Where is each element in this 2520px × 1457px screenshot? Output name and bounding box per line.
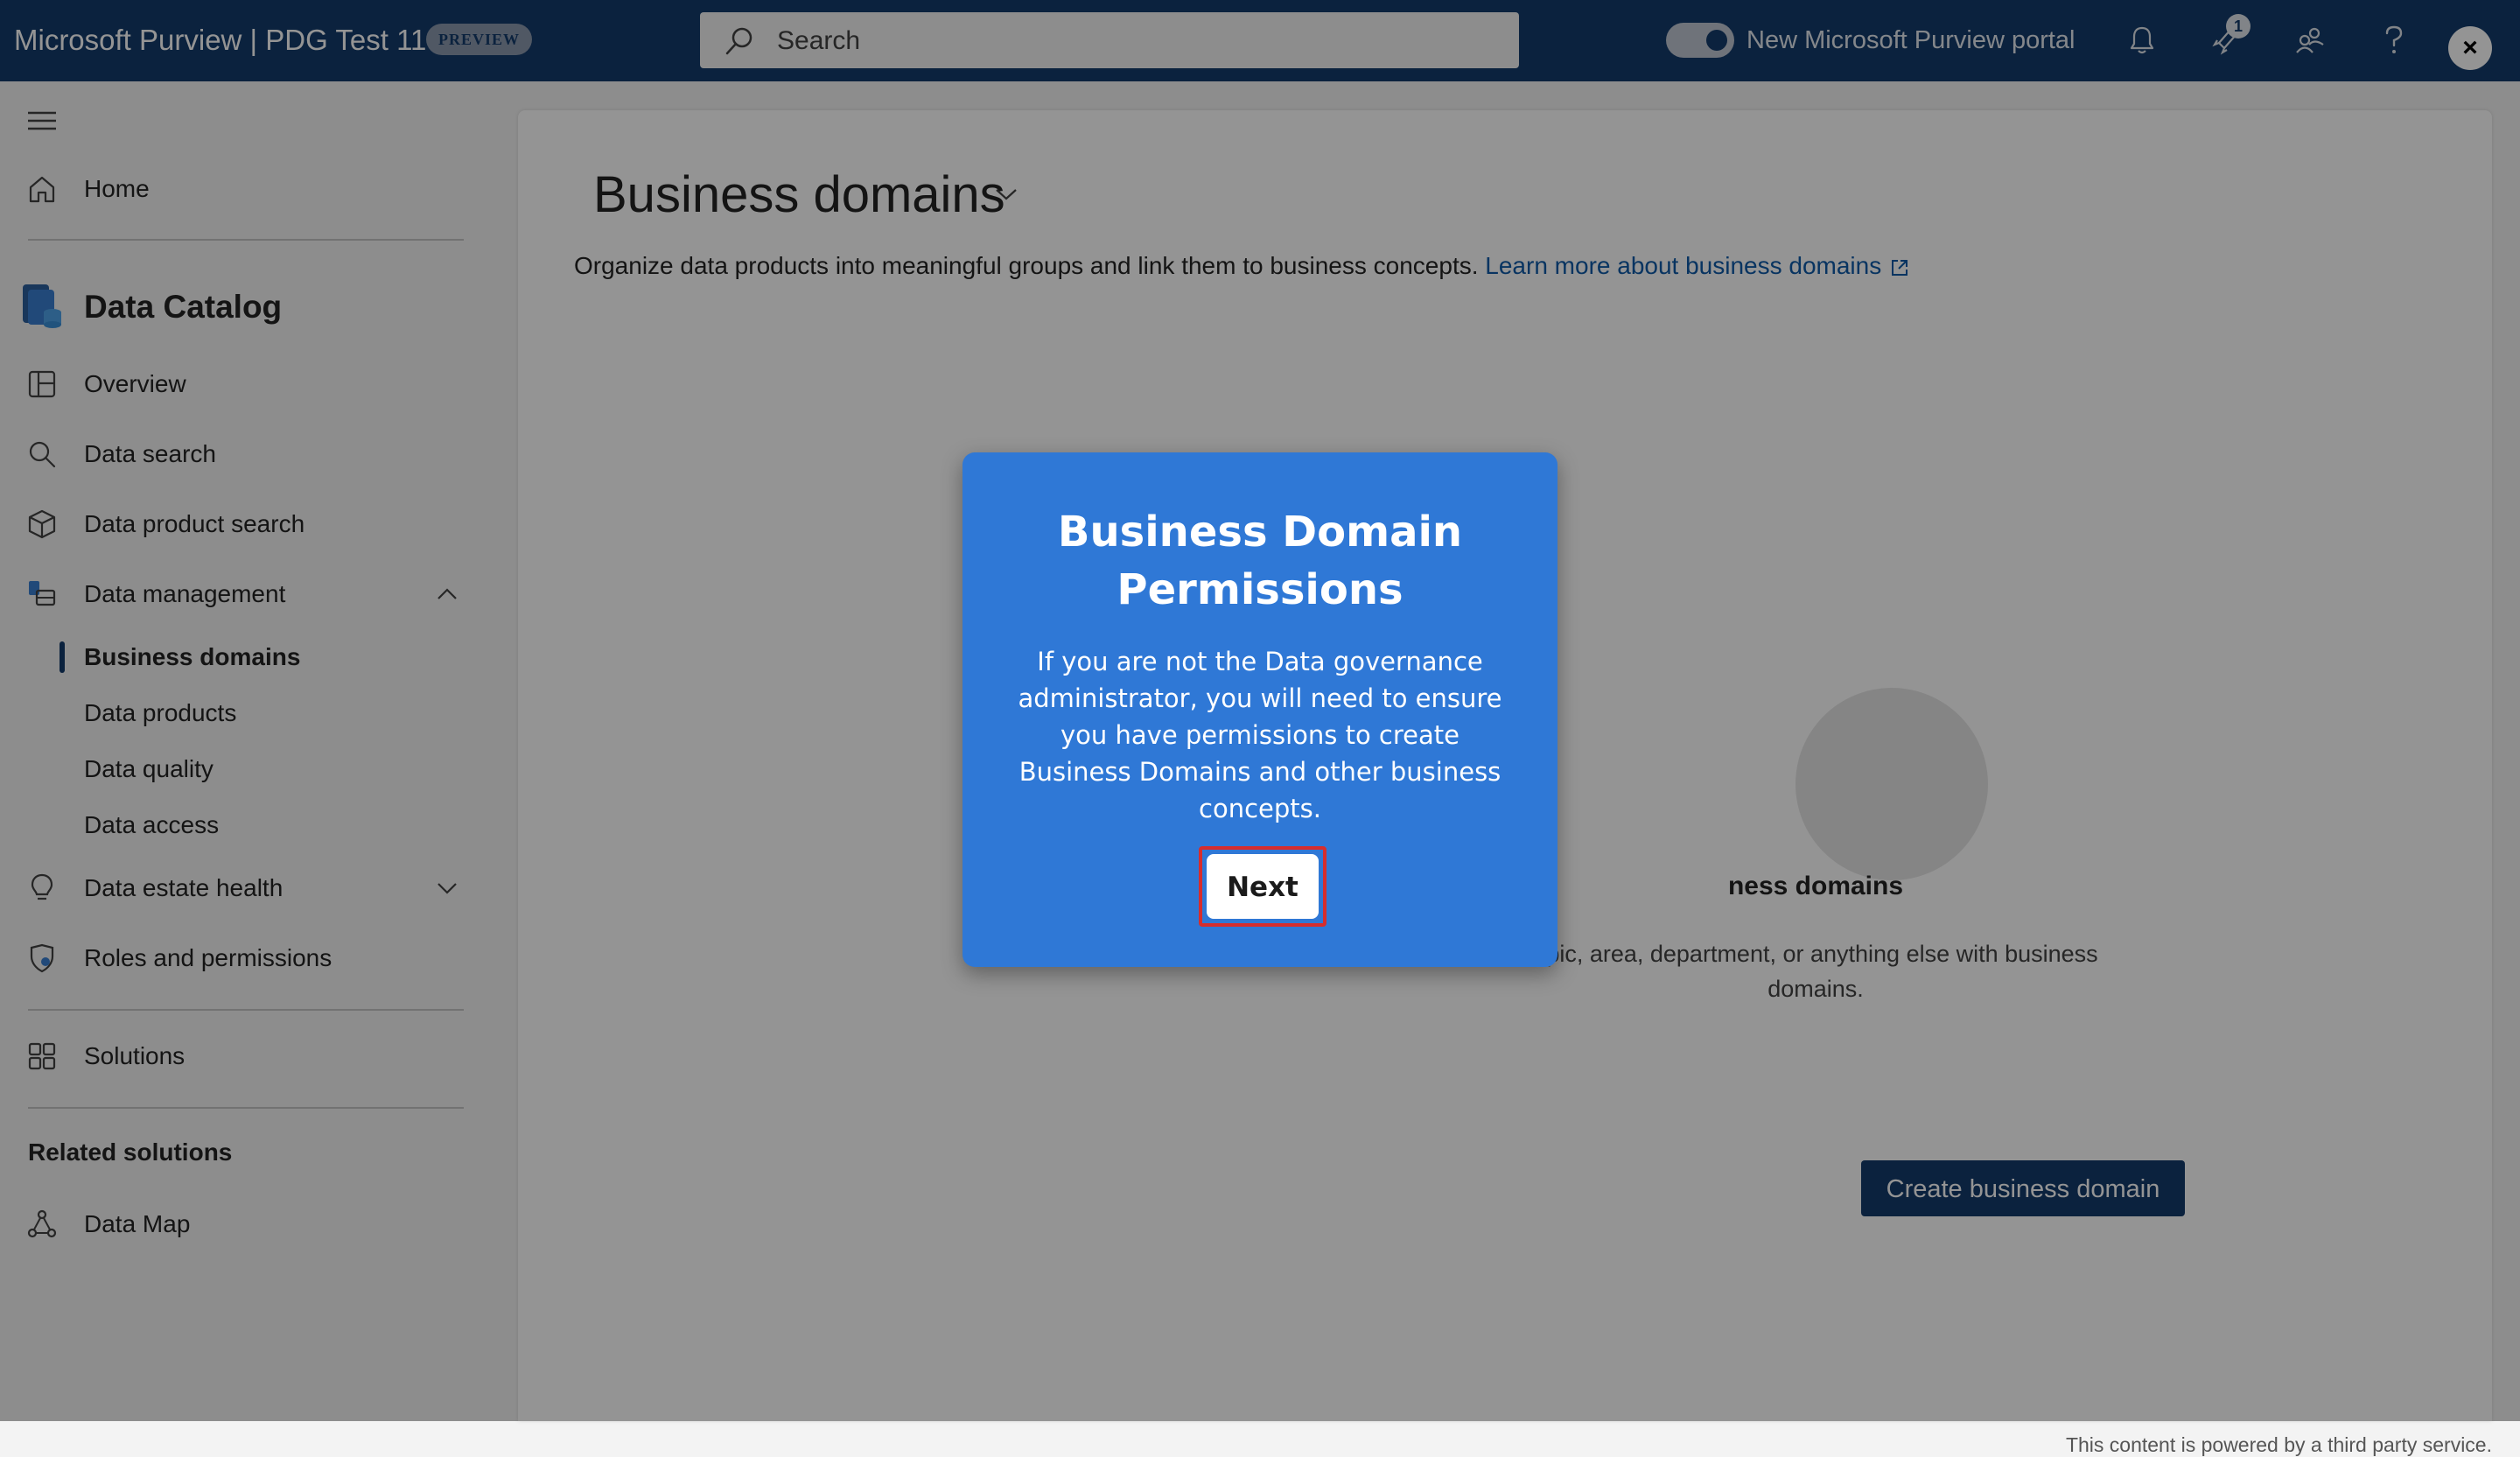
footer-note: This content is powered by a third party… <box>2065 1433 2492 1456</box>
dialog-body: If you are not the Data governance admin… <box>1018 647 1502 823</box>
next-button[interactable]: Next <box>1207 854 1319 919</box>
next-button-highlight: Next <box>1199 846 1326 927</box>
permissions-dialog: Business Domain Permissions If you are n… <box>962 452 1558 967</box>
dialog-title: Business Domain Permissions <box>1057 508 1463 614</box>
